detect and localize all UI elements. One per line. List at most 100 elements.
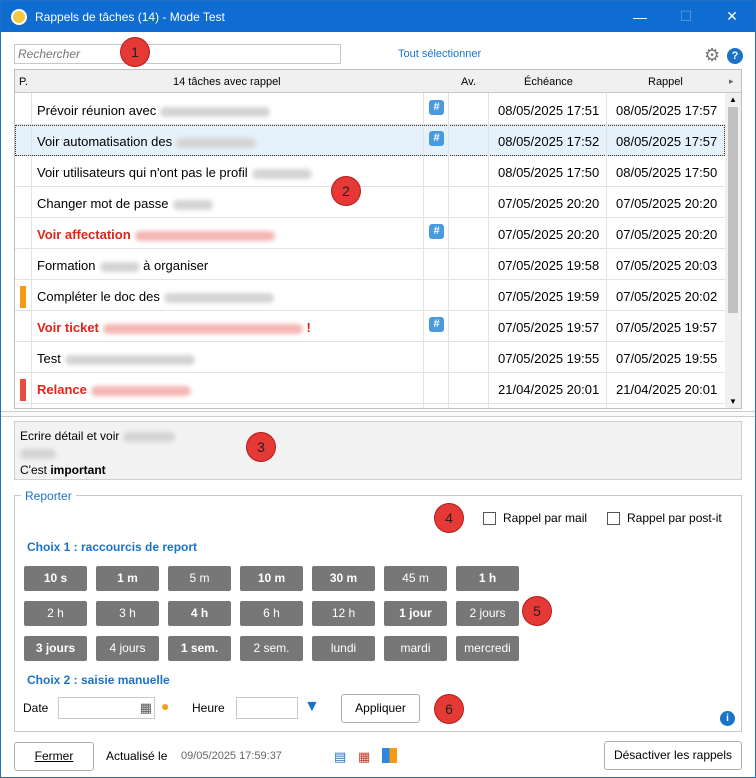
postpone-button[interactable]: lundi <box>312 636 375 661</box>
header-notice[interactable]: Av. <box>461 76 476 88</box>
due-date: 21/04/2025 20:01 <box>498 382 600 397</box>
reminder-date: 08/05/2025 17:50 <box>616 165 718 180</box>
postpone-button[interactable]: 3 h <box>96 601 159 626</box>
postpone-button[interactable]: 1 h <box>456 566 519 591</box>
table-row[interactable]: Voir ticket ! #07/05/2025 19:57 07/05/2025… <box>15 311 725 342</box>
hash-tag-icon[interactable]: # <box>429 317 444 332</box>
reminder-date: 07/05/2025 19:57 <box>616 320 718 335</box>
postit-reminder-checkbox[interactable]: Rappel par post-it <box>607 511 722 525</box>
time-dropdown-icon[interactable]: ▼ <box>304 698 320 716</box>
calendar-icon[interactable]: ▦ <box>140 700 152 716</box>
calendar-view-icon[interactable]: ▦ <box>358 749 370 765</box>
mail-reminder-checkbox[interactable]: Rappel par mail <box>483 511 587 525</box>
postpone-button[interactable]: 10 m <box>240 566 303 591</box>
date-field[interactable]: ▦ <box>58 697 155 719</box>
postpone-button[interactable]: 4 h <box>168 601 231 626</box>
window-title: Rappels de tâches (14) - Mode Test <box>35 9 225 24</box>
table-row[interactable]: Relance 21/04/2025 20:01 21/04/2025 20:01 <box>15 373 725 404</box>
due-date: 07/05/2025 20:20 <box>498 196 600 211</box>
table-row[interactable]: Voir utilisateurs qui n'ont pas le profi… <box>15 156 725 187</box>
help-icon[interactable]: ? <box>727 48 743 64</box>
reminder-date: 07/05/2025 19:55 <box>616 351 718 366</box>
reminder-date: 07/05/2025 20:20 <box>616 227 718 242</box>
disable-reminders-button[interactable]: Désactiver les rappels <box>604 741 742 770</box>
select-all-link[interactable]: Tout sélectionner <box>398 48 481 60</box>
table-scrollbar[interactable]: ▲ ▼ <box>725 93 741 408</box>
header-task[interactable]: 14 tâches avec rappel <box>173 76 281 88</box>
bulb-icon[interactable]: ● <box>161 698 169 714</box>
postpone-button[interactable]: 1 m <box>96 566 159 591</box>
choice-2-label: Choix 2 : saisie manuelle <box>27 673 170 687</box>
postpone-button[interactable]: 1 jour <box>384 601 447 626</box>
clock-icon <box>11 8 27 25</box>
task-detail-panel: Ecrire détail et voir C'est important <box>14 421 742 480</box>
table-row[interactable]: Prévoir réunion avec #08/05/2025 17:51 08/… <box>15 94 725 125</box>
postpone-button[interactable]: 3 jours <box>24 636 87 661</box>
marker-1: 1 <box>121 38 149 66</box>
reminder-date: 08/05/2025 17:57 <box>616 103 718 118</box>
updated-label: Actualisé le <box>106 749 168 763</box>
time-field[interactable] <box>236 697 298 719</box>
priority-flag <box>20 379 26 401</box>
table-row[interactable]: Formation à organiser 07/05/2025 19:58 07/… <box>15 249 725 280</box>
postpone-button[interactable]: 5 m <box>168 566 231 591</box>
hash-tag-icon[interactable]: # <box>429 131 444 146</box>
postpone-button[interactable]: mercredi <box>456 636 519 661</box>
postpone-button[interactable]: mardi <box>384 636 447 661</box>
task-text: Relance <box>37 382 191 397</box>
postpone-button[interactable]: 2 sem. <box>240 636 303 661</box>
reminder-date: 07/05/2025 20:03 <box>616 258 718 273</box>
marker-5: 5 <box>523 597 551 625</box>
close-button[interactable]: Fermer <box>14 742 94 771</box>
postpone-button[interactable]: 30 m <box>312 566 375 591</box>
table-row[interactable]: Compléter le doc des 07/05/2025 19:59 07/0… <box>15 280 725 311</box>
tasks-table: P. 14 tâches avec rappel Av. Échéance Ra… <box>14 69 742 409</box>
marker-2: 2 <box>332 177 360 205</box>
postpone-button[interactable]: 10 s <box>24 566 87 591</box>
close-window-button[interactable]: ✕ <box>709 1 755 32</box>
header-due[interactable]: Échéance <box>524 76 573 88</box>
gear-icon[interactable]: ⚙ <box>704 46 722 64</box>
due-date: 08/05/2025 17:50 <box>498 165 600 180</box>
splitter-handle[interactable] <box>1 411 755 417</box>
task-text: Prévoir réunion avec <box>37 103 271 118</box>
postpone-button[interactable]: 1 sem. <box>168 636 231 661</box>
table-row[interactable]: Changer mot de passe 07/05/2025 20:20 07/0… <box>15 187 725 218</box>
detail-line-1: Ecrire détail et voir <box>20 429 120 443</box>
header-reminder[interactable]: Rappel <box>648 76 683 88</box>
maximize-button[interactable]: ☐ <box>663 1 709 32</box>
postpone-button[interactable]: 12 h <box>312 601 375 626</box>
priority-flag <box>20 286 26 308</box>
apply-button[interactable]: Appliquer <box>341 694 420 723</box>
hash-tag-icon[interactable]: # <box>429 100 444 115</box>
table-row[interactable]: Test 07/05/2025 19:55 07/05/2025 19:55 <box>15 342 725 373</box>
reminders-window: Rappels de tâches (14) - Mode Test — ☐ ✕… <box>0 0 756 778</box>
updated-value: 09/05/2025 17:59:37 <box>181 750 282 762</box>
postpone-button[interactable]: 2 jours <box>456 601 519 626</box>
search-input[interactable] <box>14 44 341 64</box>
postpone-button[interactable]: 45 m <box>384 566 447 591</box>
postpone-button[interactable]: 6 h <box>240 601 303 626</box>
header-priority[interactable]: P. <box>19 76 28 88</box>
title-bar: Rappels de tâches (14) - Mode Test — ☐ ✕ <box>1 1 755 32</box>
task-text: Formation à organiser <box>37 258 209 273</box>
table-view-icon[interactable]: ▤ <box>334 749 346 765</box>
minimize-button[interactable]: — <box>617 1 663 32</box>
table-row[interactable]: Voir affectation #07/05/2025 20:20 07/05/2… <box>15 218 725 249</box>
reminder-date: 21/04/2025 20:01 <box>616 382 718 397</box>
task-text: Voir affectation <box>37 227 275 242</box>
postpone-button[interactable]: 2 h <box>24 601 87 626</box>
due-date: 07/05/2025 19:59 <box>498 289 600 304</box>
color-grid-icon[interactable] <box>382 748 397 763</box>
hash-tag-icon[interactable]: # <box>429 224 444 239</box>
scroll-down-icon[interactable]: ▼ <box>729 397 737 406</box>
table-row[interactable]: Voir automatisation des #08/05/2025 17:52… <box>15 125 725 156</box>
marker-4: 4 <box>435 504 463 532</box>
scroll-up-icon[interactable]: ▲ <box>729 95 737 104</box>
scroll-thumb[interactable] <box>728 107 738 313</box>
marker-3: 3 <box>247 433 275 461</box>
due-date: 07/05/2025 19:55 <box>498 351 600 366</box>
table-header: P. 14 tâches avec rappel Av. Échéance Ra… <box>15 70 741 93</box>
info-icon[interactable]: i <box>720 711 735 726</box>
postpone-button[interactable]: 4 jours <box>96 636 159 661</box>
